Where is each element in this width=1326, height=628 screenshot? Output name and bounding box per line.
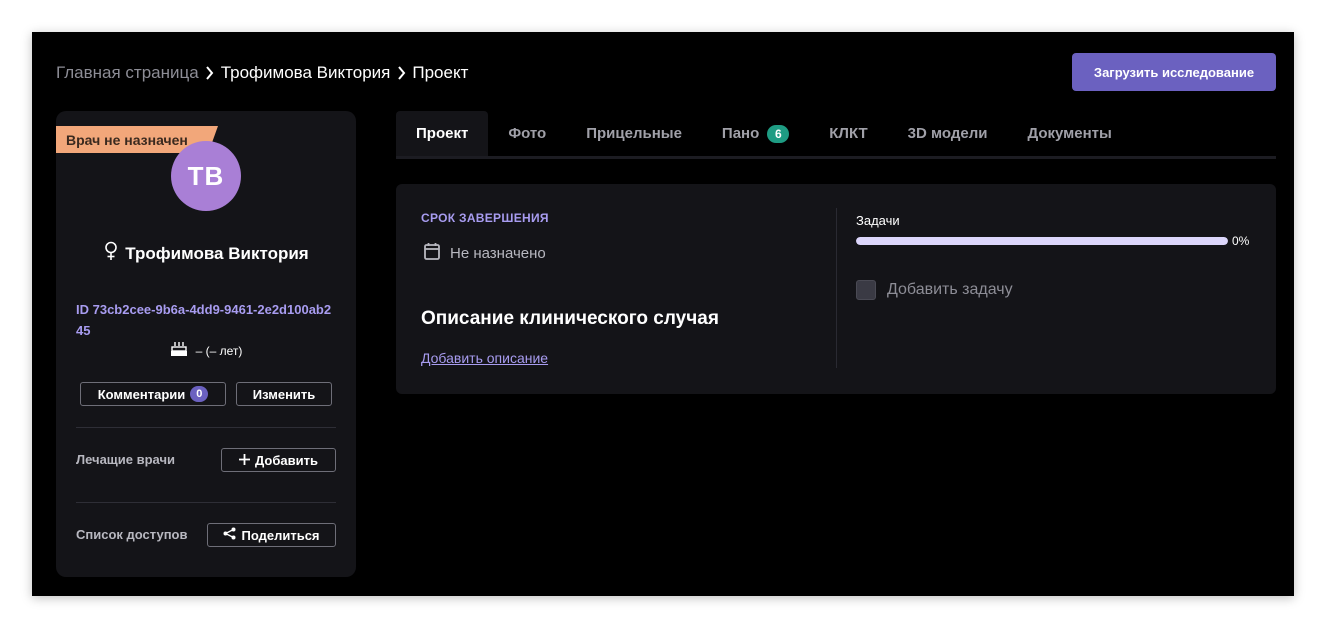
tab-label: Документы <box>1027 125 1112 142</box>
add-doctor-button[interactable]: Добавить <box>221 448 336 472</box>
patient-card: Врач не назначен ТВ Трофимова Виктория I… <box>56 111 356 577</box>
breadcrumb-home[interactable]: Главная страница <box>56 63 199 83</box>
divider <box>76 502 336 503</box>
tab-label: Пано <box>721 125 760 142</box>
app-window: Главная страница Трофимова Виктория Прое… <box>32 32 1294 596</box>
tab-cbct[interactable]: КЛКТ <box>809 111 887 156</box>
access-list-label: Список доступов <box>76 527 188 542</box>
comments-label: Комментарии <box>97 386 186 402</box>
deadline-value: Не назначено <box>450 244 546 262</box>
add-task-row[interactable]: Добавить задачу <box>856 280 1013 300</box>
add-doctor-label: Добавить <box>255 452 318 468</box>
tasks-progress-percent: 0% <box>1232 234 1250 248</box>
tab-intraoral[interactable]: Прицельные <box>566 111 702 156</box>
tab-documents[interactable]: Документы <box>1007 111 1131 156</box>
deadline-picker[interactable]: Не назначено <box>424 242 546 264</box>
tab-pano[interactable]: Пано 6 <box>702 111 809 156</box>
tab-label: Проект <box>416 125 469 142</box>
tasks-progress-fill <box>856 237 1228 245</box>
tasks-label: Задачи <box>856 213 900 228</box>
tasks-progress-bar <box>856 237 1228 245</box>
tab-label: КЛКТ <box>829 125 868 142</box>
avatar: ТВ <box>171 141 241 211</box>
breadcrumb: Главная страница Трофимова Виктория Прое… <box>56 62 468 84</box>
tab-bar: Проект Фото Прицельные Пано 6 КЛКТ 3D мо… <box>396 111 1276 159</box>
tab-label: Фото <box>508 125 547 142</box>
share-button[interactable]: Поделиться <box>207 523 336 547</box>
tab-photo[interactable]: Фото <box>488 111 566 156</box>
add-task-checkbox[interactable] <box>856 280 876 300</box>
tab-label: 3D модели <box>907 125 988 142</box>
birth-date: – (– лет) <box>195 343 243 358</box>
comments-button[interactable]: Комментарии 0 <box>80 382 226 406</box>
patient-name-row: Трофимова Виктория <box>56 241 356 266</box>
birth-row: – (– лет) <box>56 340 356 361</box>
case-description-title: Описание клинического случая <box>421 308 719 329</box>
vertical-divider <box>836 208 837 368</box>
project-panel: СРОК ЗАВЕРШЕНИЯ Не назначено Описание кл… <box>396 184 1276 394</box>
patient-id: ID 73cb2cee-9b6a-4dd9-9461-2e2d100ab245 <box>76 302 332 338</box>
female-icon <box>103 241 119 266</box>
patient-name: Трофимова Виктория <box>125 243 309 263</box>
comments-count-badge: 0 <box>190 386 209 402</box>
add-task-label: Добавить задачу <box>887 281 1013 298</box>
tab-3d-models[interactable]: 3D модели <box>888 111 1008 156</box>
birthday-cake-icon <box>170 340 188 361</box>
breadcrumb-patient[interactable]: Трофимова Виктория <box>221 63 391 83</box>
deadline-label: СРОК ЗАВЕРШЕНИЯ <box>421 211 549 225</box>
calendar-icon <box>424 242 440 264</box>
treating-doctors-label: Лечащие врачи <box>76 452 175 467</box>
breadcrumb-current: Проект <box>412 63 469 82</box>
plus-icon <box>239 453 251 468</box>
chevron-right-icon <box>199 66 221 80</box>
tab-project[interactable]: Проект <box>396 111 489 156</box>
divider <box>76 427 336 428</box>
chevron-right-icon <box>390 66 412 80</box>
tab-label: Прицельные <box>586 125 682 142</box>
share-icon <box>223 527 236 543</box>
pano-count-badge: 6 <box>767 124 790 143</box>
add-description-link[interactable]: Добавить описание <box>421 350 548 366</box>
edit-button[interactable]: Изменить <box>236 382 332 406</box>
upload-study-button[interactable]: Загрузить исследование <box>1072 53 1276 91</box>
share-label: Поделиться <box>241 527 320 543</box>
